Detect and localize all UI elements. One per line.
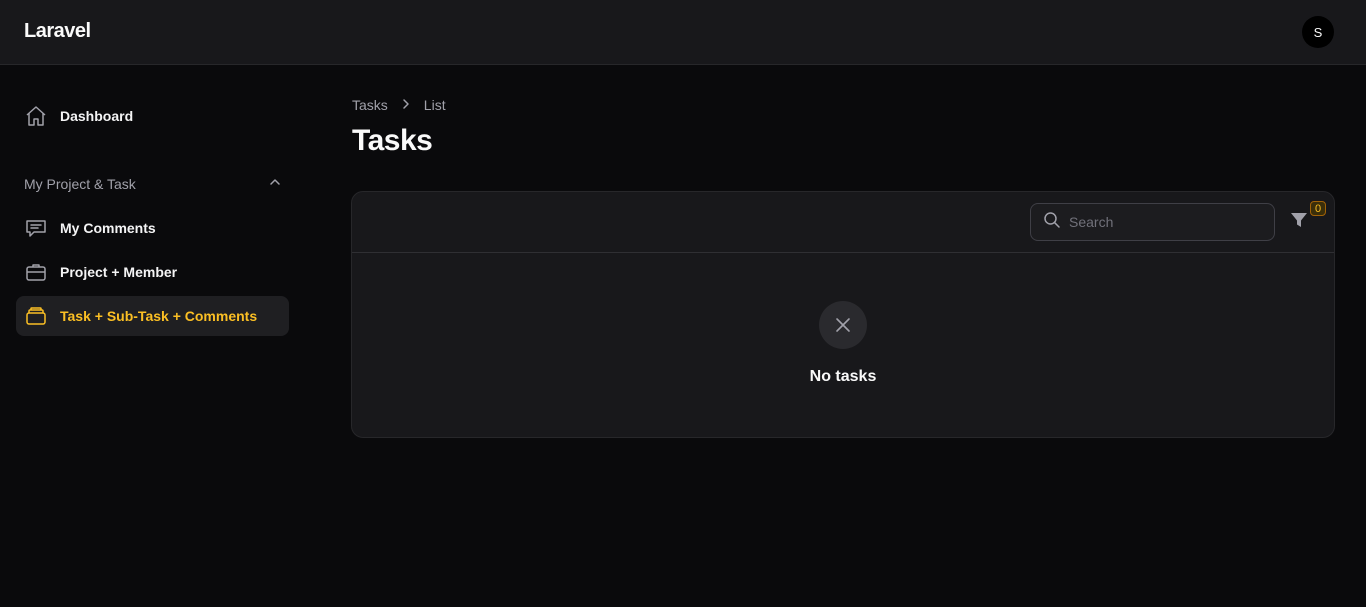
- sidebar-group-label: My Project & Task: [24, 175, 136, 192]
- chevron-right-icon: [400, 97, 412, 113]
- sidebar-item-label: My Comments: [60, 220, 156, 236]
- sidebar-item-tasks[interactable]: Task + Sub-Task + Comments: [16, 296, 289, 336]
- chat-bubble-icon: [24, 216, 48, 240]
- briefcase-icon: [24, 260, 48, 284]
- table-toolbar: 0: [352, 192, 1334, 253]
- sidebar-item-label: Task + Sub-Task + Comments: [60, 308, 258, 324]
- top-bar: Laravel S: [0, 0, 1366, 65]
- breadcrumb-current: List: [423, 97, 446, 113]
- filter-button[interactable]: [1290, 211, 1312, 233]
- page-title: Tasks: [352, 124, 433, 157]
- search-field[interactable]: [1030, 203, 1275, 241]
- sidebar-item-label: Project + Member: [60, 264, 178, 280]
- sidebar-item-project-member[interactable]: Project + Member: [16, 252, 289, 292]
- filter-icon: [1290, 213, 1308, 233]
- search-icon: [1043, 211, 1061, 234]
- empty-state-icon: [819, 301, 867, 349]
- user-avatar[interactable]: S: [1302, 16, 1334, 48]
- sidebar-item-dashboard[interactable]: Dashboard: [16, 96, 289, 136]
- brand-logo[interactable]: Laravel: [24, 20, 91, 43]
- stack-icon: [24, 304, 48, 328]
- sidebar-item-label: Dashboard: [60, 108, 134, 124]
- sidebar-group-header[interactable]: My Project & Task: [24, 175, 282, 192]
- home-icon: [24, 104, 48, 128]
- breadcrumb: Tasks List: [352, 97, 446, 113]
- breadcrumb-tasks-link[interactable]: Tasks: [352, 97, 388, 113]
- sidebar-item-my-comments[interactable]: My Comments: [16, 208, 289, 248]
- chevron-up-icon[interactable]: [268, 175, 282, 192]
- filter-count-badge: 0: [1310, 201, 1326, 216]
- tasks-table: 0 No tasks: [351, 191, 1335, 438]
- empty-state-heading: No tasks: [809, 368, 877, 385]
- search-input[interactable]: [1069, 214, 1259, 230]
